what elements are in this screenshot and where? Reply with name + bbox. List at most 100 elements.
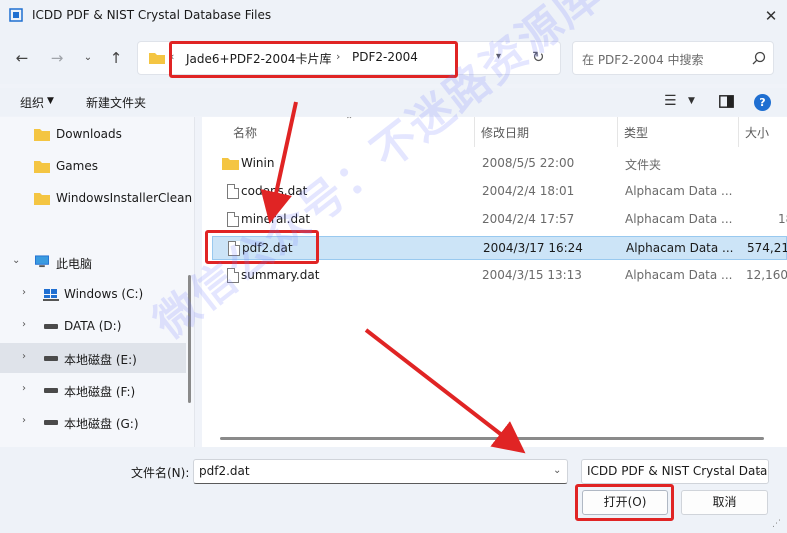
file-row-codens[interactable]: codens.dat 2004/2/4 18:01 Alphacam Data … — [212, 180, 787, 204]
file-date: 2008/5/5 22:00 — [482, 156, 575, 170]
sidebar-scrollbar[interactable] — [188, 275, 191, 403]
sidebar-item-label: WindowsInstallerClean — [56, 191, 193, 205]
search-input[interactable]: 在 PDF2-2004 中搜索 — [572, 41, 774, 75]
column-header-name[interactable]: 名称 — [233, 124, 257, 141]
up-arrow-icon[interactable]: ↑ — [106, 48, 126, 68]
sidebar-item-label: 本地磁盘 (G:) — [64, 417, 139, 431]
sidebar-item-label: 本地磁盘 (E:) — [64, 353, 137, 367]
sidebar-item-label: Downloads — [56, 127, 122, 141]
address-highlight-box — [169, 41, 458, 78]
sidebar-item-drive-c[interactable]: › Windows (C:) — [0, 279, 186, 309]
chevron-down-icon[interactable]: ⌄ — [754, 465, 762, 476]
drive-icon — [44, 420, 58, 425]
chevron-down-icon[interactable]: ▾ — [496, 51, 501, 62]
sidebar-item-label: 此电脑 — [56, 257, 93, 271]
sidebar-item-games[interactable]: Games — [0, 151, 186, 181]
monitor-icon — [35, 255, 49, 268]
file-date: 2004/2/4 18:01 — [482, 184, 575, 198]
recent-chevron-down-icon[interactable]: ⌄ — [78, 48, 98, 68]
drive-icon — [44, 388, 58, 393]
file-icon — [227, 212, 239, 227]
folder-icon — [34, 161, 50, 173]
file-list: ⌃ 名称 修改日期 类型 大小 Winin 2008/5/5 22:00 文件夹… — [202, 117, 787, 447]
drive-icon — [44, 324, 58, 329]
chevron-right-icon[interactable]: › — [22, 351, 26, 362]
sidebar-item-windowsinstallerclean[interactable]: WindowsInstallerClean — [0, 183, 192, 213]
column-divider[interactable] — [617, 117, 618, 147]
file-size: 12,160 — [746, 268, 787, 282]
file-name: codens.dat — [241, 184, 308, 198]
file-row-summary[interactable]: summary.dat 2004/3/15 13:13 Alphacam Dat… — [212, 264, 787, 288]
file-size: 574,218 — [747, 241, 787, 255]
navigation-bar: ← → ⌄ ↑ ‹ Jade6+PDF2-2004卡片库 › PDF2-2004… — [0, 32, 787, 84]
resize-grip-icon[interactable]: ⋰ — [772, 519, 781, 529]
column-header-date[interactable]: 修改日期 — [481, 124, 529, 141]
search-icon[interactable] — [751, 50, 767, 66]
sidebar-item-drive-f[interactable]: › 本地磁盘 (F:) — [0, 375, 186, 405]
folder-icon — [149, 53, 165, 64]
forward-arrow-icon[interactable]: → — [47, 48, 67, 68]
organize-menu[interactable]: 组织 — [20, 94, 44, 111]
file-name: mineral.dat — [241, 212, 311, 226]
back-arrow-icon[interactable]: ← — [12, 48, 32, 68]
chevron-down-icon[interactable]: ⌄ — [553, 465, 561, 476]
dialog-footer: 文件名(N): pdf2.dat ⌄ ICDD PDF & NIST Cryst… — [0, 447, 787, 533]
preview-pane-icon[interactable] — [719, 95, 734, 108]
filename-input[interactable]: pdf2.dat — [193, 459, 568, 484]
column-divider[interactable] — [738, 117, 739, 147]
sidebar-item-drive-e[interactable]: › 本地磁盘 (E:) — [0, 343, 186, 373]
column-header-size[interactable]: 大小 — [745, 124, 769, 141]
file-type: Alphacam Data ... — [626, 241, 734, 255]
file-type: 文件夹 — [625, 158, 662, 172]
file-name: summary.dat — [241, 268, 320, 282]
chevron-down-icon[interactable]: ▼ — [47, 96, 54, 106]
window-title: ICDD PDF & NIST Crystal Database Files — [32, 8, 272, 22]
file-icon — [227, 268, 239, 283]
help-icon[interactable]: ? — [754, 94, 771, 111]
file-name: Winin — [241, 156, 275, 170]
sidebar-item-this-pc[interactable]: ⌄ 此电脑 — [0, 247, 186, 277]
column-header-type[interactable]: 类型 — [624, 124, 648, 141]
close-icon[interactable]: ✕ — [760, 6, 782, 26]
sidebar-item-label: 本地磁盘 (F:) — [64, 385, 136, 399]
chevron-right-icon[interactable]: › — [22, 415, 26, 426]
chevron-down-icon[interactable]: ⌄ — [12, 255, 20, 266]
horizontal-scrollbar[interactable] — [220, 437, 764, 440]
search-placeholder: 在 PDF2-2004 中搜索 — [582, 53, 704, 67]
view-list-icon[interactable]: ☰ — [664, 93, 677, 109]
file-type-select[interactable]: ICDD PDF & NIST Crystal Database Files — [581, 459, 769, 484]
file-date: 2004/3/15 13:13 — [482, 268, 582, 282]
file-icon — [227, 184, 239, 199]
file-size: 18 — [778, 212, 787, 226]
chevron-down-icon[interactable]: ▼ — [688, 96, 695, 106]
chevron-right-icon[interactable]: › — [22, 383, 26, 394]
chevron-right-icon[interactable]: › — [22, 319, 26, 330]
file-type: Alphacam Data ... — [625, 268, 733, 282]
file-row-mineral[interactable]: mineral.dat 2004/2/4 17:57 Alphacam Data… — [212, 208, 787, 232]
sidebar-item-drive-g[interactable]: › 本地磁盘 (G:) — [0, 407, 186, 437]
folder-icon — [34, 129, 50, 141]
file-date: 2004/2/4 17:57 — [482, 212, 575, 226]
drive-icon — [44, 356, 58, 361]
new-folder-button[interactable]: 新建文件夹 — [86, 94, 146, 111]
folder-icon — [222, 158, 239, 170]
sidebar-item-downloads[interactable]: Downloads — [0, 119, 186, 149]
file-date: 2004/3/17 16:24 — [483, 241, 583, 255]
file-type: Alphacam Data ... — [625, 184, 733, 198]
command-bar: 组织 ▼ 新建文件夹 ☰ ▼ ? — [0, 88, 787, 116]
filename-label: 文件名(N): — [131, 466, 190, 480]
sidebar-item-drive-d[interactable]: › DATA (D:) — [0, 311, 186, 341]
sidebar-item-label: DATA (D:) — [64, 319, 122, 333]
file-type: Alphacam Data ... — [625, 212, 733, 226]
folder-icon — [34, 193, 50, 205]
column-divider[interactable] — [474, 117, 475, 147]
navigation-pane: Downloads Games WindowsInstallerClean ⌄ … — [0, 117, 195, 447]
sort-ascending-icon: ⌃ — [345, 117, 354, 126]
title-bar: ICDD PDF & NIST Crystal Database Files ✕ — [0, 0, 787, 32]
cancel-button[interactable]: 取消 — [681, 490, 768, 515]
sidebar-item-label: Windows (C:) — [64, 287, 144, 301]
refresh-icon[interactable]: ↻ — [532, 48, 545, 66]
file-row-folder[interactable]: Winin 2008/5/5 22:00 文件夹 — [212, 152, 787, 176]
chevron-right-icon[interactable]: › — [22, 287, 26, 298]
open-highlight-box — [575, 484, 674, 521]
